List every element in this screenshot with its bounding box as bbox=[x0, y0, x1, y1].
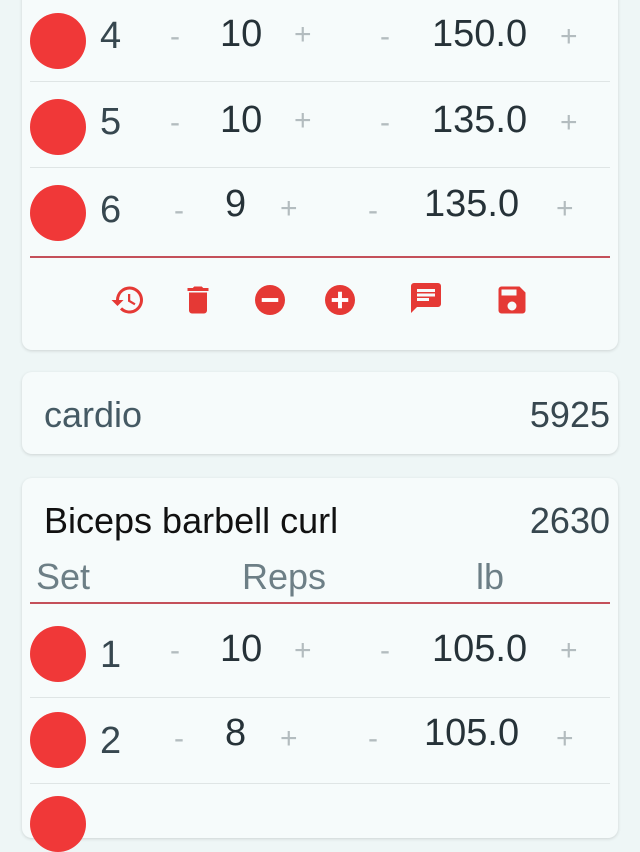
set-number: 4 bbox=[100, 15, 122, 57]
weight-decrement-button[interactable]: - bbox=[380, 634, 390, 668]
row-divider bbox=[30, 783, 610, 784]
set-row: 1 - 10 + - 105.0 + bbox=[22, 612, 618, 698]
reps-increment-button[interactable]: + bbox=[280, 722, 298, 756]
set-status-indicator[interactable] bbox=[30, 99, 86, 155]
set-status-indicator[interactable] bbox=[30, 796, 86, 852]
column-header-set: Set bbox=[36, 556, 91, 597]
set-row: 6 - 9 + - 135.0 + bbox=[22, 168, 618, 254]
weight-increment-button[interactable]: + bbox=[556, 722, 574, 756]
set-number: 5 bbox=[100, 101, 122, 143]
weight-value[interactable]: 135.0 bbox=[432, 99, 527, 142]
exercise-card-cardio[interactable]: cardio 5925 bbox=[22, 372, 618, 454]
set-number: 2 bbox=[100, 720, 122, 762]
exercise-card-top: 4 - 10 + - 150.0 + 5 - 10 + - 135.0 + 6 … bbox=[22, 0, 618, 350]
exercise-total: 5925 bbox=[529, 394, 610, 435]
table-bottom-rule bbox=[30, 256, 610, 258]
reps-decrement-button[interactable]: - bbox=[174, 722, 184, 756]
remove-circle-icon[interactable] bbox=[250, 280, 290, 320]
set-number: 1 bbox=[100, 634, 122, 676]
reps-decrement-button[interactable]: - bbox=[174, 194, 184, 228]
weight-value[interactable]: 135.0 bbox=[424, 183, 519, 226]
comment-icon[interactable] bbox=[406, 278, 446, 318]
weight-decrement-button[interactable]: - bbox=[368, 722, 378, 756]
set-status-indicator[interactable] bbox=[30, 13, 86, 69]
reps-value[interactable]: 10 bbox=[220, 13, 262, 56]
weight-value[interactable]: 105.0 bbox=[432, 628, 527, 671]
set-row: 2 - 8 + - 105.0 + bbox=[22, 698, 618, 784]
add-circle-icon[interactable] bbox=[320, 280, 360, 320]
exercise-card-biceps-curl: Biceps barbell curl 2630 Set Reps lb 1 -… bbox=[22, 478, 618, 852]
reps-increment-button[interactable]: + bbox=[294, 104, 312, 138]
reps-value[interactable]: 9 bbox=[225, 183, 246, 226]
column-header-reps: Reps bbox=[242, 556, 327, 597]
reps-value[interactable]: 10 bbox=[220, 628, 262, 671]
reps-value[interactable]: 8 bbox=[225, 712, 246, 755]
weight-decrement-button[interactable]: - bbox=[380, 20, 390, 54]
reps-decrement-button[interactable]: - bbox=[170, 106, 180, 140]
exercise-name: cardio bbox=[44, 394, 143, 435]
header-rule bbox=[30, 602, 610, 604]
reps-increment-button[interactable]: + bbox=[294, 634, 312, 668]
column-header-unit: lb bbox=[476, 556, 505, 597]
weight-decrement-button[interactable]: - bbox=[380, 106, 390, 140]
weight-increment-button[interactable]: + bbox=[556, 192, 574, 226]
set-number: 6 bbox=[100, 189, 122, 231]
reps-increment-button[interactable]: + bbox=[294, 18, 312, 52]
weight-value[interactable]: 105.0 bbox=[424, 712, 519, 755]
set-status-indicator[interactable] bbox=[30, 185, 86, 241]
reps-value[interactable]: 10 bbox=[220, 99, 262, 142]
weight-value[interactable]: 150.0 bbox=[432, 13, 527, 56]
set-status-indicator[interactable] bbox=[30, 712, 86, 768]
exercise-name: Biceps barbell curl bbox=[44, 500, 339, 541]
reps-decrement-button[interactable]: - bbox=[170, 20, 180, 54]
weight-increment-button[interactable]: + bbox=[560, 20, 578, 54]
history-icon[interactable] bbox=[108, 280, 148, 320]
set-status-indicator[interactable] bbox=[30, 626, 86, 682]
reps-increment-button[interactable]: + bbox=[280, 192, 298, 226]
set-row: 5 - 10 + - 135.0 + bbox=[22, 82, 618, 168]
set-row: 4 - 10 + - 150.0 + bbox=[22, 0, 618, 82]
save-icon[interactable] bbox=[492, 280, 532, 320]
weight-increment-button[interactable]: + bbox=[560, 634, 578, 668]
weight-increment-button[interactable]: + bbox=[560, 106, 578, 140]
exercise-total: 2630 bbox=[529, 500, 610, 541]
delete-icon[interactable] bbox=[178, 280, 218, 320]
reps-decrement-button[interactable]: - bbox=[170, 634, 180, 668]
weight-decrement-button[interactable]: - bbox=[368, 194, 378, 228]
